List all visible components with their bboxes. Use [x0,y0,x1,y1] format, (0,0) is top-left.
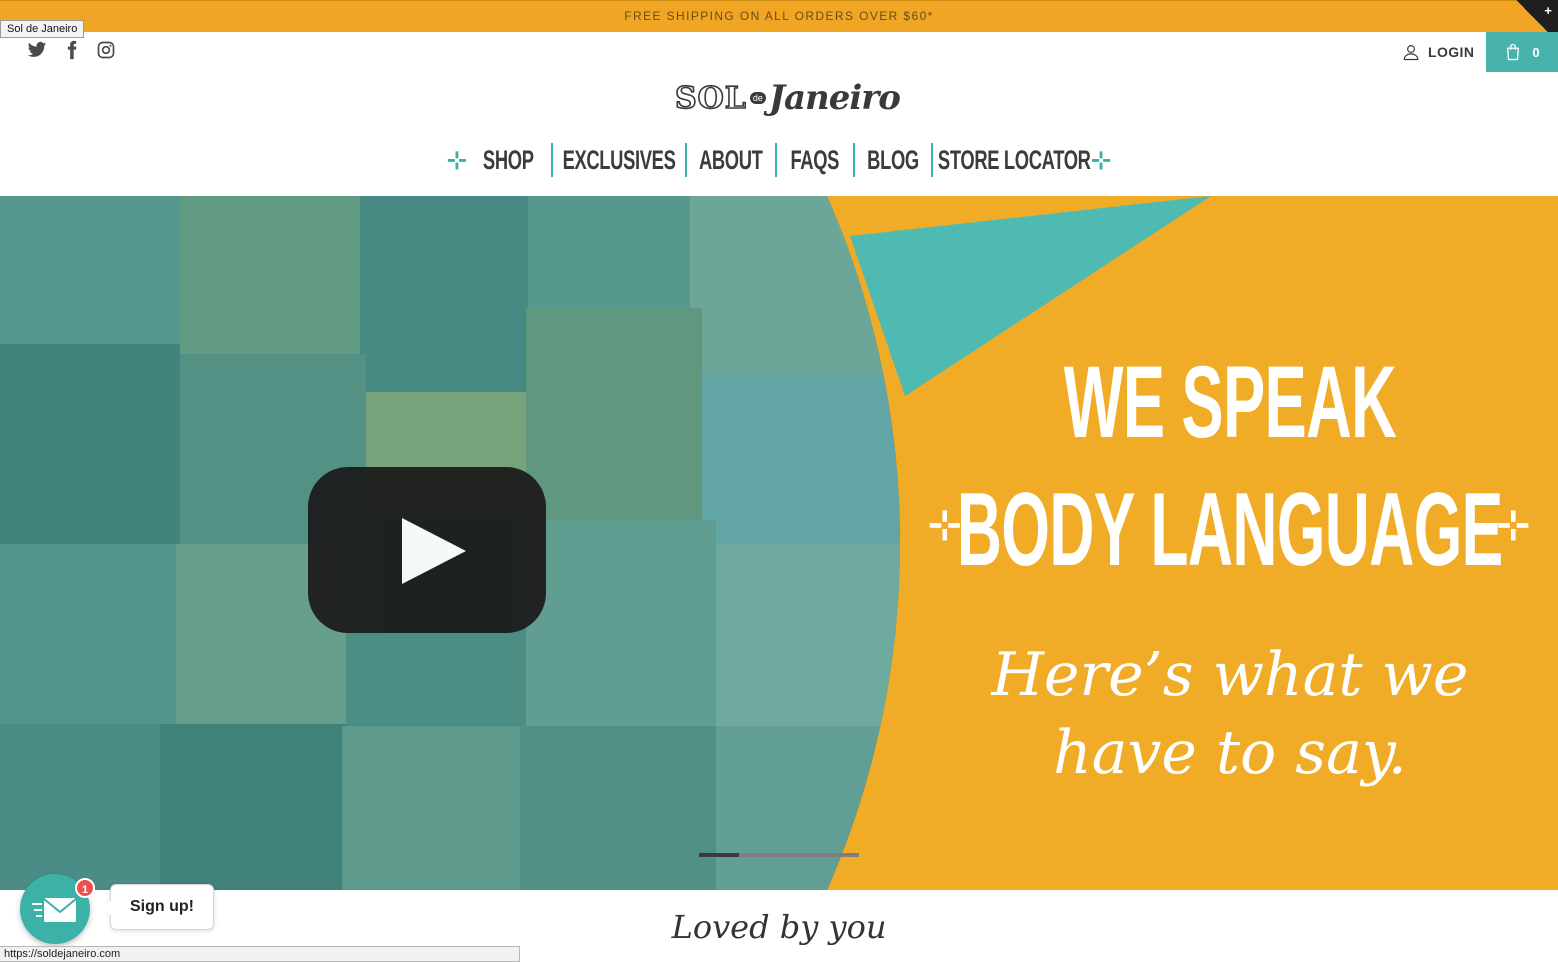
hero-subtitle: Here’s what we have to say. [900,636,1558,792]
nav-divider [853,143,855,177]
loved-by-you-heading: Loved by you [671,908,887,946]
main-nav: ⊹ SHOP EXCLUSIVES ABOUT FAQS BLOG STORE … [0,138,1558,182]
instagram-icon[interactable] [96,40,116,60]
nav-divider [775,143,777,177]
nav-divider [931,143,933,177]
envelope-icon [32,898,77,922]
nav-divider [685,143,687,177]
facebook-icon[interactable] [62,40,82,60]
login-link[interactable]: LOGIN [1402,40,1474,64]
subtitle-line-1: Here’s what we [991,640,1469,710]
logo-sol: SOL [674,80,747,117]
logo-janeiro: Janeiro [768,78,901,118]
twitter-icon[interactable] [27,40,47,60]
flourish-right-icon: ⊹ [1496,503,1530,547]
nav-item-faqs[interactable]: FAQS [791,145,840,176]
nav-item-blog[interactable]: BLOG [867,145,919,176]
logo-de: de [749,92,766,104]
play-icon [402,518,466,584]
promo-bar: FREE SHIPPING ON ALL ORDERS OVER $60* [0,0,1558,32]
site-logo[interactable]: SOL de Janeiro [674,76,901,120]
window-title-tooltip: Sol de Janeiro [0,20,85,38]
plus-icon: + [1544,3,1552,18]
video-progress-fill [699,853,739,857]
nav-divider [551,143,553,177]
subtitle-line-2: have to say. [1053,718,1407,788]
login-label: LOGIN [1428,44,1475,60]
nav-ornament-left: ⊹ [446,146,467,174]
cart-count: 0 [1532,44,1540,60]
hero-video[interactable]: WE SPEAK ⊹ BODY LANGUAGE ⊹ Here’s what w… [0,196,1558,890]
nav-ornament-right: ⊹ [1091,146,1112,174]
nav-item-store-locator[interactable]: STORE LOCATOR [938,145,1091,176]
promo-text: FREE SHIPPING ON ALL ORDERS OVER $60* [624,9,934,23]
cart-button[interactable]: 0 [1486,32,1558,72]
notification-badge: 1 [75,878,95,898]
user-icon [1403,45,1419,61]
nav-item-shop[interactable]: SHOP [483,145,534,176]
nav-item-exclusives[interactable]: EXCLUSIVES [563,145,676,176]
headline-line-2: BODY LANGUAGE [957,472,1503,588]
play-button[interactable] [308,467,546,633]
video-progress-bar[interactable] [699,853,859,857]
headline-line-1: WE SPEAK [1063,345,1397,459]
status-bar-url: https://soldejaneiro.com [0,946,520,962]
hero-headline: WE SPEAK ⊹ BODY LANGUAGE ⊹ Here’s what w… [900,345,1558,788]
shopping-bag-icon [1507,43,1520,61]
signup-popup[interactable]: Sign up! [103,884,214,930]
nav-item-about[interactable]: ABOUT [699,145,763,176]
